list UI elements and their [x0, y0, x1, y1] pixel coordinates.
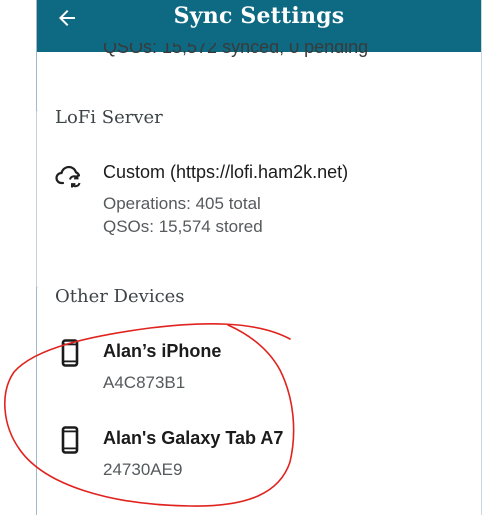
red-annotation-circle	[4, 323, 295, 507]
